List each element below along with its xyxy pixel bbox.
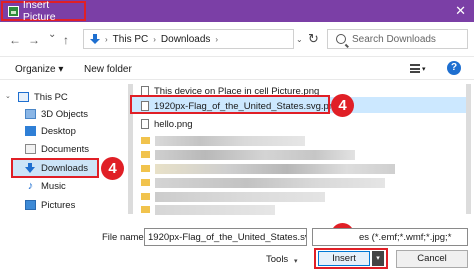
search-input[interactable]: Search Downloads xyxy=(352,34,436,45)
command-toolbar: Organize ▾ New folder ▾ ? xyxy=(0,56,474,80)
window-title-text: Insert Picture xyxy=(22,0,56,23)
sidebar-item-this-pc[interactable]: This PC xyxy=(18,89,68,105)
cancel-button[interactable]: Cancel xyxy=(396,250,468,268)
image-file-icon xyxy=(141,119,149,129)
pictures-icon xyxy=(25,200,36,210)
insert-dropdown-chevron-icon[interactable]: ▾ xyxy=(372,251,384,266)
sidebar-item-documents[interactable]: Documents xyxy=(25,141,89,157)
folder-icon xyxy=(141,179,150,186)
forward-arrow-icon[interactable]: → xyxy=(28,33,40,47)
organize-button[interactable]: Organize ▾ xyxy=(15,64,63,75)
search-box[interactable]: Search Downloads xyxy=(327,29,468,49)
sidebar-item-music[interactable]: ♪ Music xyxy=(25,178,66,194)
change-view-button[interactable]: ▾ xyxy=(410,62,438,75)
file-name-field[interactable]: 1920px-Flag_of_the_United_States.sv xyxy=(144,228,307,246)
folder-icon xyxy=(141,206,150,213)
step-4-badge: 4 xyxy=(331,94,354,117)
view-dropdown-chevron-icon: ▾ xyxy=(422,65,426,73)
refresh-icon[interactable]: ↻ xyxy=(308,31,319,47)
window-title: Insert Picture xyxy=(1,0,86,23)
new-folder-button[interactable]: New folder xyxy=(84,64,132,75)
sidebar-item-label: This PC xyxy=(34,91,68,103)
sidebar-item-label: Documents xyxy=(41,143,90,155)
breadcrumb-this-pc[interactable]: This PC xyxy=(113,34,149,45)
back-arrow-icon[interactable]: ← xyxy=(9,33,21,47)
file-name-label: File name: xyxy=(102,232,147,243)
file-item[interactable]: hello.png xyxy=(141,117,193,131)
pc-icon xyxy=(18,92,29,102)
breadcrumb-separator-icon: › xyxy=(215,34,219,44)
blurred-file-row xyxy=(155,192,325,202)
file-list-scrollbar[interactable] xyxy=(466,84,471,214)
selected-file-highlight-box xyxy=(130,95,330,114)
desktop-icon xyxy=(25,126,36,136)
sidebar-item-label: Downloads xyxy=(41,162,88,174)
download-icon xyxy=(25,163,36,173)
sidebar-item-label: Desktop xyxy=(41,125,76,137)
sidebar-item-desktop[interactable]: Desktop xyxy=(25,123,76,139)
close-icon[interactable]: ✕ xyxy=(455,3,466,19)
downloads-folder-icon xyxy=(90,34,100,44)
sidebar-item-label: Pictures xyxy=(41,199,76,211)
folder-icon xyxy=(141,193,150,200)
sidebar-item-downloads[interactable]: Downloads xyxy=(25,160,88,176)
picture-icon xyxy=(8,5,19,17)
folder-icon xyxy=(141,137,150,144)
address-bar[interactable]: › This PC › Downloads › xyxy=(83,29,294,49)
blurred-file-row xyxy=(155,164,395,174)
step-4-badge: 4 xyxy=(101,157,124,180)
file-type-select[interactable]: es (*.emf;*.wmf;*.jpg;* xyxy=(312,228,468,246)
blurred-file-row xyxy=(155,136,305,146)
music-icon: ♪ xyxy=(27,180,34,192)
breadcrumb-separator-icon: › xyxy=(153,34,156,44)
documents-icon xyxy=(25,144,36,154)
insert-button[interactable]: Insert xyxy=(318,251,370,266)
folder-icon xyxy=(141,151,150,158)
recent-locations-chevron-icon[interactable]: ⌄ xyxy=(48,29,56,40)
expand-this-pc-chevron-icon[interactable]: ⌄ xyxy=(5,92,11,100)
blurred-file-row xyxy=(155,205,275,215)
search-icon xyxy=(336,34,346,44)
tools-button[interactable]: Tools xyxy=(266,254,288,265)
cube-icon xyxy=(25,109,36,119)
sidebar-item-label: 3D Objects xyxy=(41,108,88,120)
breadcrumb-separator-icon: › xyxy=(105,34,108,44)
blurred-file-row xyxy=(155,178,385,188)
folder-icon xyxy=(141,165,150,172)
title-bar: Insert Picture ✕ xyxy=(0,0,474,23)
sidebar-item-pictures[interactable]: Pictures xyxy=(25,197,75,213)
file-name: hello.png xyxy=(154,118,193,130)
sidebar-item-label: Music xyxy=(41,180,66,192)
sidebar-item-3d-objects[interactable]: 3D Objects xyxy=(25,106,88,122)
address-dropdown-chevron-icon[interactable]: ⌄ xyxy=(296,35,303,44)
breadcrumb-downloads[interactable]: Downloads xyxy=(161,34,210,45)
help-icon[interactable]: ? xyxy=(447,61,461,75)
up-arrow-icon[interactable]: ↑ xyxy=(63,33,69,47)
tools-dropdown-chevron-icon[interactable]: ▾ xyxy=(294,257,298,265)
blurred-file-row xyxy=(155,150,355,160)
list-view-icon xyxy=(410,64,420,73)
